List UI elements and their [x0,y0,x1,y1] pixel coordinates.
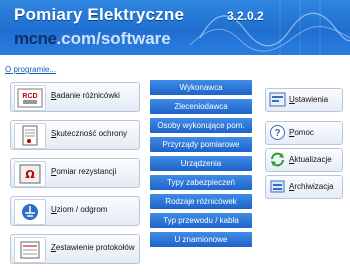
aktualizacje-label: Aktualizacje [289,155,332,164]
document-icon [14,123,46,149]
pomoc-button[interactable]: ? Pomoc [265,121,343,145]
archiwizacja-button[interactable]: Archiwizacja [265,175,343,199]
ground-icon [14,199,46,225]
uziom-odgrom-button[interactable]: Uziom / odgrom [10,196,140,226]
zleceniodawca-button[interactable]: Zleceniodawca [150,99,252,114]
zestawienie-protokolow-button[interactable]: Zestawienie protokołów [10,234,140,264]
archiwizacja-label: Archiwizacja [289,182,334,191]
badanie-roznicowki-label: Badanie różnicówki [51,91,120,100]
urzadzenia-button[interactable]: Urządzenia [150,156,252,171]
pomiar-rezystancji-button[interactable]: Ω Pomiar rezystancji [10,158,140,188]
skutecznosc-ochrony-label: Skuteczność ochrony [51,129,128,138]
header-banner: Pomiary Elektryczne 3.2.0.2 mcne.com/sof… [0,0,350,55]
right-button-panel: Ustawienia ? Pomoc Aktualizacje Archiwiz… [265,88,343,202]
typy-zabezpieczen-button[interactable]: Typy zabezpieczeń [150,175,252,190]
ustawienia-label: Ustawienia [289,95,329,104]
svg-text:?: ? [274,128,280,139]
help-icon: ? [270,125,285,140]
przyrzady-pomiarowe-button[interactable]: Przyrządy pomiarowe [150,137,252,152]
wykonawca-button[interactable]: Wykonawca [150,80,252,95]
refresh-icon [271,152,284,167]
rodzaje-roznicowek-button[interactable]: Rodzaje różnicówek [150,194,252,209]
badanie-roznicowki-button[interactable]: RCD Badanie różnicówki [10,82,140,112]
archive-icon [270,180,285,193]
aktualizacje-button[interactable]: Aktualizacje [265,148,343,172]
left-button-panel: RCD Badanie różnicówki Skuteczność ochro… [10,82,140,272]
report-icon [14,237,46,263]
app-version: 3.2.0.2 [227,9,264,23]
ustawienia-button[interactable]: Ustawienia [265,88,343,112]
typ-przewodu-button[interactable]: Typ przewodu / kabla [150,213,252,228]
brand-url: mcne.com/software [14,29,171,49]
uziom-odgrom-label: Uziom / odgrom [51,205,108,214]
brand-suffix: .com/software [56,29,171,48]
skutecznosc-ochrony-button[interactable]: Skuteczność ochrony [10,120,140,150]
u-znamionowe-button[interactable]: U znamionowe [150,232,252,247]
osoby-wykonujace-button[interactable]: Osoby wykonujące pom. [150,118,252,133]
middle-button-panel: Wykonawca Zleceniodawca Osoby wykonujące… [150,80,252,251]
pomiar-rezystancji-label: Pomiar rezystancji [51,167,117,176]
about-link[interactable]: O programie... [5,65,56,74]
rcd-icon: RCD [14,85,46,111]
settings-icon [269,92,286,107]
pomoc-label: Pomoc [289,128,314,137]
ohm-meter-icon: Ω [14,161,46,187]
brand-name: mcne [14,29,57,48]
zestawienie-protokolow-label: Zestawienie protokołów [51,243,135,252]
svg-text:RCD: RCD [22,93,37,100]
app-title: Pomiary Elektryczne [14,5,185,24]
svg-text:Ω: Ω [25,168,35,181]
